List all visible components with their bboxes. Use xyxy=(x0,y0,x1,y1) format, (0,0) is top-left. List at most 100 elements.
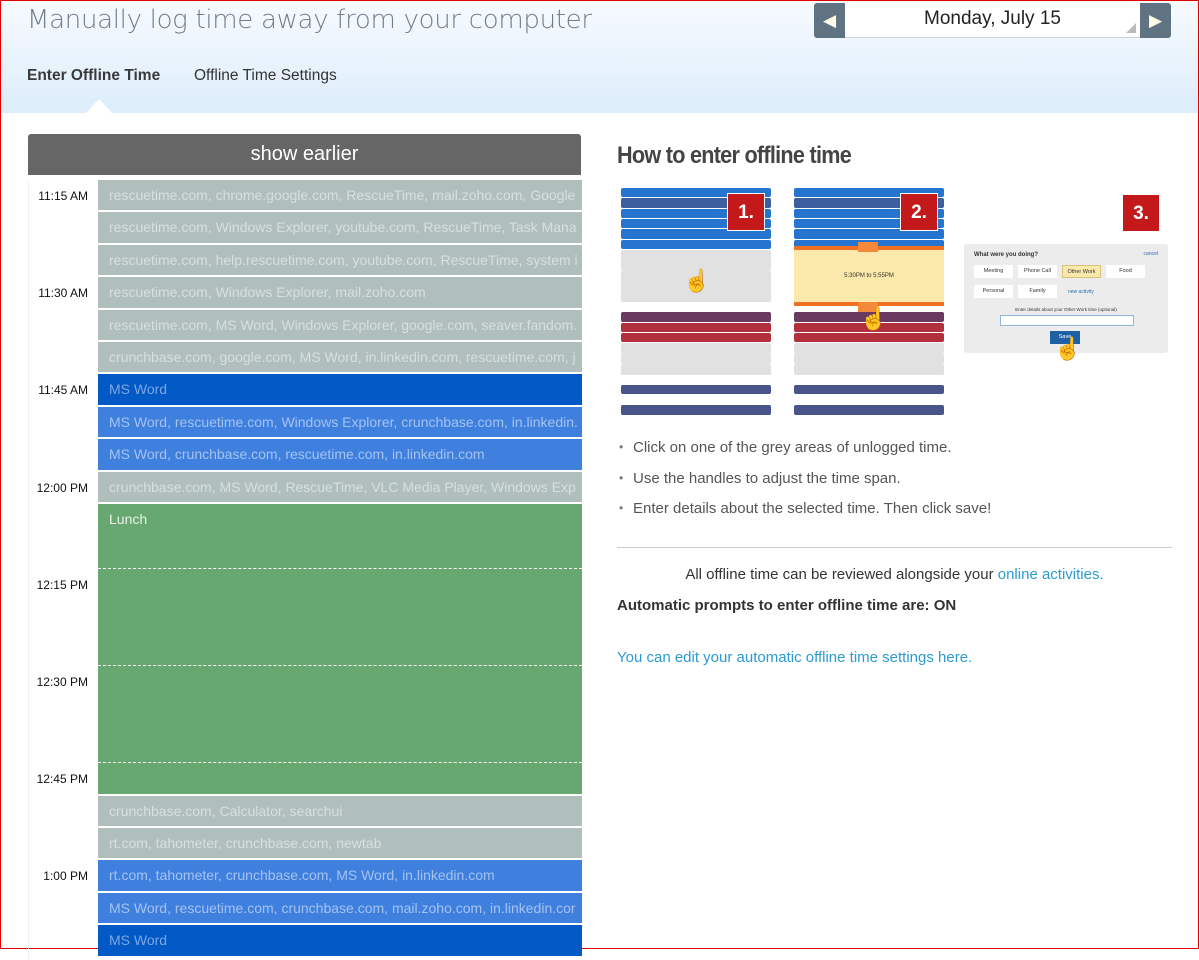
quarter-hour-divider xyxy=(98,567,582,569)
previous-day-button[interactable]: ◀ xyxy=(814,3,845,38)
unlogged-time-block[interactable]: rescuetime.com, MS Word, Windows Explore… xyxy=(98,309,582,342)
unlogged-time-block[interactable]: rescuetime.com, Windows Explorer, mail.z… xyxy=(98,277,582,310)
instruction-item: Use the handles to adjust the time span. xyxy=(617,470,991,501)
activity-block[interactable]: rt.com, tahometer, crunchbase.com, MS Wo… xyxy=(98,860,582,893)
illustration-stripe xyxy=(621,405,771,415)
unlogged-time-block[interactable]: rt.com, tahometer, crunchbase.com, newta… xyxy=(98,828,582,861)
quarter-hour-divider xyxy=(98,956,582,958)
illustration-stripe xyxy=(621,322,771,332)
instructions-heading: How to enter offline time xyxy=(617,142,852,169)
illustration-stripe xyxy=(621,332,771,343)
dialog-details-label: Enter details about your Other Work time… xyxy=(1015,307,1117,312)
unlogged-time-block[interactable]: rescuetime.com, Windows Explorer, youtub… xyxy=(98,212,582,245)
illustration-stripe xyxy=(794,405,944,415)
activity-block[interactable]: MS Word xyxy=(98,374,582,407)
time-label: 12:15 PM xyxy=(36,577,88,592)
time-label: 11:45 AM xyxy=(38,383,88,398)
review-text-label: All offline time can be reviewed alongsi… xyxy=(685,566,998,583)
illustration-stripe xyxy=(621,395,771,404)
dialog-option: Personal xyxy=(974,285,1013,298)
step-badge: 1. xyxy=(727,193,765,231)
offline-entry[interactable]: Lunch xyxy=(98,504,582,796)
divider xyxy=(617,547,1172,548)
block-label: Lunch xyxy=(109,511,148,527)
quarter-hour-divider xyxy=(98,470,582,472)
illustration-stripe xyxy=(621,312,771,322)
activity-block[interactable]: MS Word xyxy=(98,925,582,958)
unlogged-time-block[interactable]: crunchbase.com, Calculator, searchui xyxy=(98,795,582,828)
unlogged-time-block[interactable]: rescuetime.com, chrome.google.com, Rescu… xyxy=(98,180,582,213)
block-label: rescuetime.com, Windows Explorer, mail.z… xyxy=(109,284,426,301)
dialog-option: Phone Call xyxy=(1018,265,1057,278)
illustration-stripe xyxy=(621,302,771,311)
time-label: 12:45 PM xyxy=(36,772,88,787)
block-label: MS Word xyxy=(109,381,168,398)
time-label: 1:00 PM xyxy=(43,869,88,884)
hand-cursor-icon: ☝ xyxy=(683,268,711,293)
step-3-illustration: What were you doing? cancel Meeting Phon… xyxy=(964,244,1168,361)
instruction-item: Click on one of the grey areas of unlogg… xyxy=(617,439,991,470)
dialog-option: Food xyxy=(1106,265,1145,278)
quarter-hour-divider xyxy=(98,762,582,764)
time-label: 11:15 AM xyxy=(38,189,88,203)
prompts-status: Automatic prompts to enter offline time … xyxy=(617,597,957,614)
dialog-new-activity: new activity xyxy=(1068,289,1094,295)
date-picker[interactable]: Monday, July 15 xyxy=(845,3,1140,38)
illustration-stripe xyxy=(621,239,771,250)
instruction-item: Enter details about the selected time. T… xyxy=(617,500,991,531)
unlogged-time-block[interactable]: crunchbase.com, google.com, MS Word, in.… xyxy=(98,342,582,375)
block-label: crunchbase.com, Calculator, searchui xyxy=(109,802,343,819)
dialog-option: Other Work xyxy=(1062,265,1101,278)
unlogged-time-block[interactable]: rescuetime.com, help.rescuetime.com, you… xyxy=(98,244,582,278)
dialog-question: What were you doing? xyxy=(974,252,1038,258)
illustration-stripe xyxy=(621,374,771,383)
top-handle xyxy=(858,242,878,252)
resize-corner-icon xyxy=(1126,23,1136,33)
triangle-left-icon: ◀ xyxy=(822,10,837,30)
active-tab-pointer xyxy=(86,99,112,113)
quarter-hour-divider xyxy=(98,859,582,861)
dialog-details-input xyxy=(1000,315,1134,326)
block-label: rt.com, tahometer, crunchbase.com, MS Wo… xyxy=(109,867,495,884)
selection-range: 5:30PM to 5:55PM xyxy=(794,246,944,306)
block-label: rescuetime.com, MS Word, Windows Explore… xyxy=(109,316,578,333)
illustration-stripe xyxy=(621,343,771,355)
edit-settings-link[interactable]: You can edit your automatic offline time… xyxy=(617,649,972,666)
show-earlier-button[interactable]: show earlier xyxy=(28,134,581,175)
illustration-stripe xyxy=(794,416,944,425)
timeline-panel: show earlier rescuetime.com, chrome.goog… xyxy=(28,134,582,960)
block-label: crunchbase.com, MS Word, RescueTime, VLC… xyxy=(109,478,576,495)
illustration-stripe xyxy=(621,363,771,375)
activity-block[interactable]: MS Word, crunchbase.com, rescuetime.com,… xyxy=(98,439,582,472)
step-1-illustration: ☝ 1. xyxy=(621,188,771,426)
unlogged-time-block[interactable]: crunchbase.com, MS Word, RescueTime, VLC… xyxy=(98,471,582,504)
instruction-list: Click on one of the grey areas of unlogg… xyxy=(617,439,991,531)
block-label: MS Word, crunchbase.com, rescuetime.com,… xyxy=(109,446,485,463)
quarter-hour-divider xyxy=(98,179,582,180)
activity-block[interactable]: MS Word, rescuetime.com, Windows Explore… xyxy=(98,406,582,440)
dialog-option: Meeting xyxy=(974,265,1013,278)
time-label: 11:30 AM xyxy=(38,286,88,301)
tab-offline-time-settings[interactable]: Offline Time Settings xyxy=(194,67,337,85)
triangle-right-icon: ▶ xyxy=(1148,10,1163,30)
illustration-stripe xyxy=(794,332,944,343)
quarter-hour-divider xyxy=(98,276,582,278)
quarter-hour-divider xyxy=(98,665,582,666)
quarter-hour-divider xyxy=(98,373,582,375)
block-label: MS Word, rescuetime.com, Windows Explore… xyxy=(109,413,578,430)
next-day-button[interactable]: ▶ xyxy=(1140,3,1171,38)
block-label: rescuetime.com, Windows Explorer, youtub… xyxy=(109,219,577,236)
block-label: MS Word xyxy=(109,932,168,949)
block-label: rescuetime.com, chrome.google.com, Rescu… xyxy=(109,187,576,203)
online-activities-link[interactable]: online activities. xyxy=(998,566,1104,583)
illustration-stripe xyxy=(794,374,944,383)
time-label: 12:30 PM xyxy=(36,675,88,689)
hand-cursor-icon: ☝ xyxy=(860,306,888,331)
activity-block[interactable]: MS Word, rescuetime.com, crunchbase.com,… xyxy=(98,892,582,926)
timeline: rescuetime.com, chrome.google.com, Rescu… xyxy=(28,179,582,960)
block-label: crunchbase.com, google.com, MS Word, in.… xyxy=(109,349,576,365)
hand-cursor-icon: ☝ xyxy=(1054,336,1082,361)
dialog-cancel: cancel xyxy=(1143,251,1158,257)
block-label: rescuetime.com, help.rescuetime.com, you… xyxy=(109,251,578,268)
tab-enter-offline-time[interactable]: Enter Offline Time xyxy=(27,67,160,85)
